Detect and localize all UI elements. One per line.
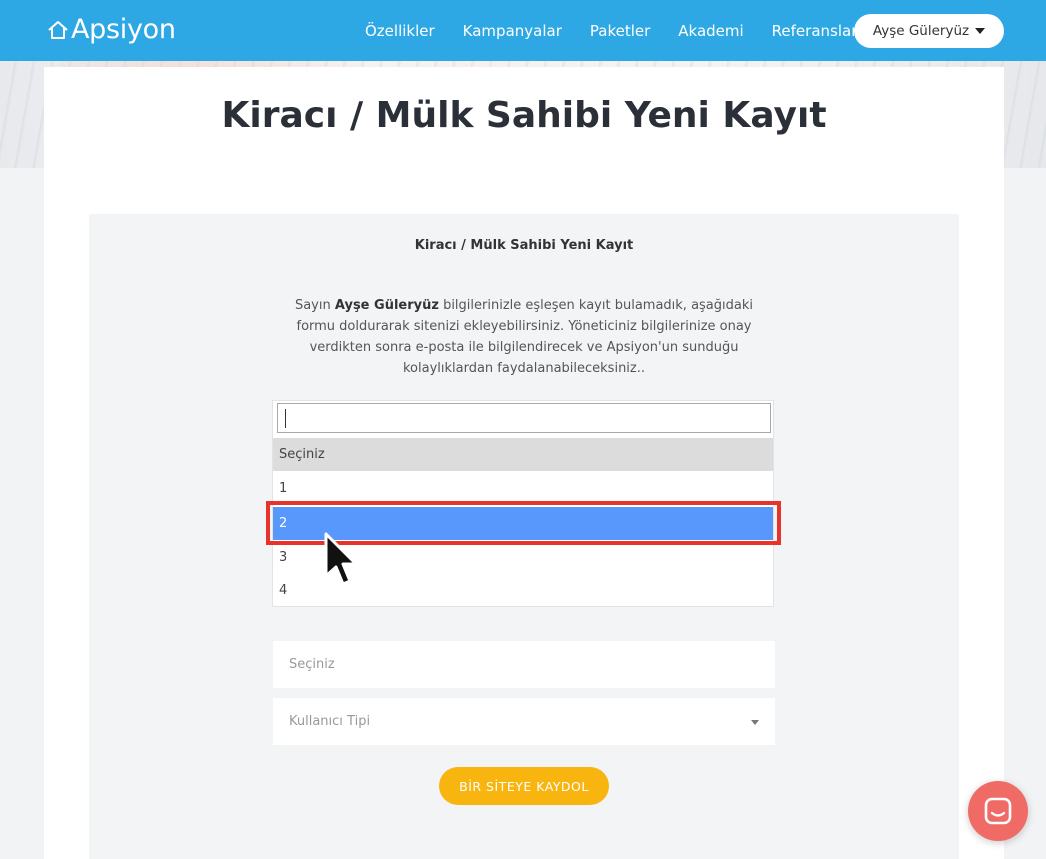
nav-link-packages[interactable]: Paketler [590,22,650,40]
intro-text: Sayın Ayşe Güleryüz bilgilerinizle eşleş… [279,295,769,379]
user-name: Ayşe Güleryüz [872,23,970,39]
text-cursor [285,409,286,428]
dropdown-option[interactable]: 1 [273,472,773,505]
user-type-select[interactable]: Kullanıcı Tipi [273,698,775,745]
brand-logo[interactable]: Apsiyon [47,14,176,45]
nav-link-references[interactable]: Referanslar [772,22,858,40]
user-menu-button[interactable]: Ayşe Güleryüz [854,14,1004,48]
user-type-placeholder: Kullanıcı Tipi [289,714,371,729]
dropdown-search-input[interactable] [277,403,771,433]
chat-button[interactable] [968,781,1028,841]
form-heading: Kiracı / Mülk Sahibi Yeni Kayıt [414,238,634,253]
register-site-button[interactable]: BİR SİTEYE KAYDOL [439,767,609,805]
nav-link-campaigns[interactable]: Kampanyalar [463,22,562,40]
chevron-down-icon [751,720,759,725]
dropdown-option-header[interactable]: Seçiniz [273,438,773,471]
site-select-placeholder: Seçiniz [289,657,335,672]
caret-down-icon [975,28,986,34]
nav-links: Özellikler Kampanyalar Paketler Akademi … [365,0,885,61]
mouse-pointer-icon [322,532,362,595]
nav-link-academy[interactable]: Akademi [678,22,743,40]
page-title: Kiracı / Mülk Sahibi Yeni Kayıt [221,95,827,136]
home-icon [48,20,68,39]
intro-prefix: Sayın [294,298,335,313]
chat-icon [984,797,1012,825]
brand-name: Apsiyon [71,14,176,45]
nav-link-features[interactable]: Özellikler [365,22,435,40]
intro-user-name: Ayşe Güleryüz [334,298,439,313]
site-select-field[interactable]: Seçiniz [273,641,775,688]
top-navbar: Apsiyon Özellikler Kampanyalar Paketler … [0,0,1046,61]
